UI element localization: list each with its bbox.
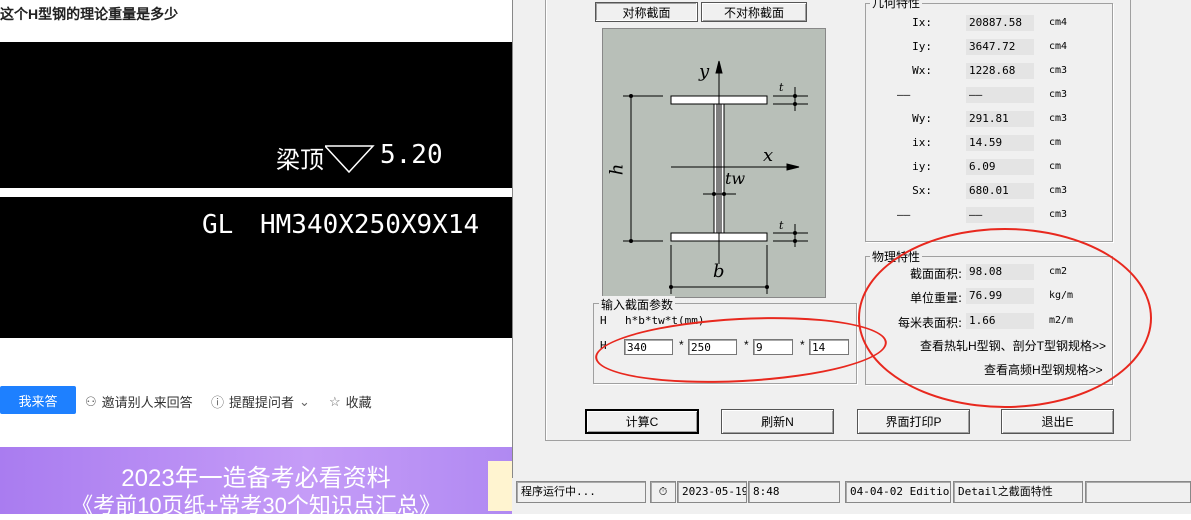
h-beam-drawing xyxy=(623,60,808,294)
chevron-down-icon: ⌄ xyxy=(299,393,310,409)
geometry-row-unit: cm4 xyxy=(1049,41,1068,52)
remind-label: 提醒提问者 xyxy=(229,395,295,410)
geometry-row-unit: cm3 xyxy=(1049,65,1068,76)
elevation-value: 5.20 xyxy=(380,140,443,170)
symmetric-section-tab[interactable]: 对称截面 xyxy=(595,2,698,22)
t-dim-label-top: t xyxy=(779,81,784,94)
print-button[interactable]: 界面打印P xyxy=(857,409,970,434)
geometry-row-label: Sx: xyxy=(912,184,932,197)
question-title: 这个H型钢的理论重量是多少 xyxy=(0,6,179,22)
input-group-title: 输入截面参数 xyxy=(599,296,676,313)
geometry-row-unit: cm4 xyxy=(1049,17,1068,28)
t-dim-label-bottom: t xyxy=(779,219,784,232)
calculate-button[interactable]: 计算C xyxy=(585,409,699,434)
invite-label: 邀请别人来回答 xyxy=(101,395,193,410)
geometry-row-unit: cm3 xyxy=(1049,113,1068,124)
geometry-row-value: 3647.72 xyxy=(966,39,1034,55)
remind-asker-dropdown[interactable]: ⓘ 提醒提问者 ⌄ xyxy=(211,392,310,411)
status-edition: 04-04-02 Edition xyxy=(845,481,951,503)
geometry-row-label: —— xyxy=(897,88,911,101)
geometry-row-value: —— xyxy=(966,87,1034,103)
geometry-row-value: 6.09 xyxy=(966,159,1034,175)
beam-spec-prefix: GL xyxy=(202,210,234,240)
favorite-button[interactable]: ☆ 收藏 xyxy=(329,392,372,411)
clock-icon: ⏱ xyxy=(650,481,676,503)
geometry-row-value: 1228.68 xyxy=(966,63,1034,79)
status-module: Detail之截面特性 xyxy=(953,481,1083,503)
geometry-row-value: —— xyxy=(966,207,1034,223)
geometry-row-label: —— xyxy=(897,208,911,221)
exit-button[interactable]: 退出E xyxy=(1001,409,1114,434)
cad-image: 梁顶 5.20 GL HM340X250X9X14 xyxy=(0,42,512,338)
status-running: 程序运行中... xyxy=(516,481,646,503)
geometry-row-unit: cm3 xyxy=(1049,209,1068,220)
geometry-row-label: Wy: xyxy=(912,112,932,125)
x-axis-label: x xyxy=(763,145,774,166)
geometry-row-value: 680.01 xyxy=(966,183,1034,199)
annotation-ellipse-physical xyxy=(858,228,1152,408)
geometry-row-unit: cm xyxy=(1049,161,1062,172)
answer-button[interactable]: 我来答 xyxy=(0,386,76,414)
geometry-row-value: 20887.58 xyxy=(966,15,1034,31)
geometry-row-label: Iy: xyxy=(912,40,932,53)
geometry-row-label: Ix: xyxy=(912,16,932,29)
geometry-row-unit: cm3 xyxy=(1049,185,1068,196)
beam-top-label: 梁顶 xyxy=(276,146,324,174)
refresh-button[interactable]: 刷新N xyxy=(721,409,834,434)
geometry-row-value: 14.59 xyxy=(966,135,1034,151)
cad-divider xyxy=(0,188,512,197)
y-axis-label: y xyxy=(699,61,710,82)
b-dim-label: b xyxy=(713,261,725,282)
elevation-triangle-icon xyxy=(325,145,375,174)
geometry-row-label: ix: xyxy=(912,136,932,149)
geometry-row-unit: cm3 xyxy=(1049,89,1068,100)
ad-subheadline: 《考前10页纸+常考30个知识点汇总》 xyxy=(71,493,441,518)
status-date: 2023-05-19 xyxy=(677,481,747,503)
status-empty-pane xyxy=(1085,481,1191,503)
beam-spec: HM340X250X9X14 xyxy=(260,210,480,240)
input-prefix-label: H xyxy=(600,314,607,327)
user-icon: ⚇ xyxy=(85,393,97,409)
section-diagram: y x h tw b t t xyxy=(602,28,826,298)
geometry-row-value: 291.81 xyxy=(966,111,1034,127)
status-time: 8:48 xyxy=(748,481,840,503)
asymmetric-section-tab[interactable]: 不对称截面 xyxy=(701,2,807,22)
info-icon: ⓘ xyxy=(211,395,225,410)
geometry-row-unit: cm xyxy=(1049,137,1062,148)
geometry-group-title: 几何特性 xyxy=(870,0,923,11)
geometry-row-label: iy: xyxy=(912,160,932,173)
invite-answer-link[interactable]: ⚇ 邀请别人来回答 xyxy=(85,392,193,411)
tw-dim-label: tw xyxy=(725,169,746,188)
favorite-label: 收藏 xyxy=(345,395,372,410)
geometry-row-label: Wx: xyxy=(912,64,932,77)
star-icon: ☆ xyxy=(329,393,341,409)
h-dim-label: h xyxy=(606,163,628,176)
